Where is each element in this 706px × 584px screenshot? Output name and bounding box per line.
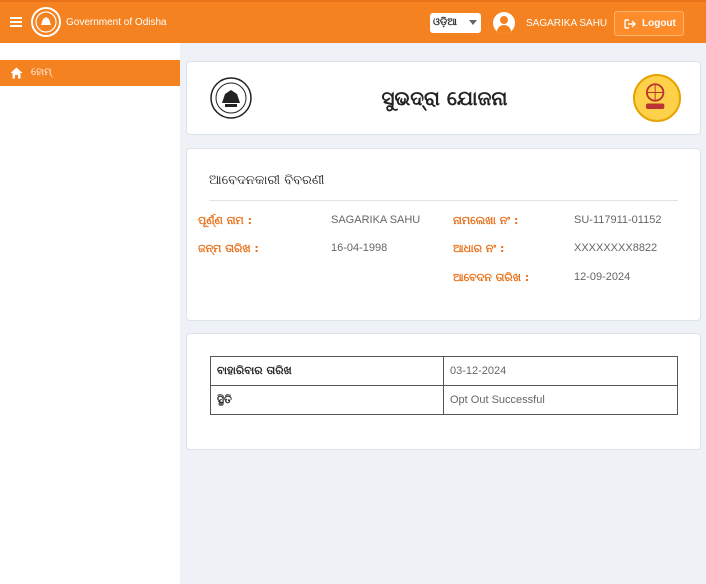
table-row: ସ୍ଥିତି Opt Out Successful bbox=[210, 385, 678, 415]
chevron-down-icon bbox=[469, 20, 477, 25]
brand-title: Government of Odisha bbox=[66, 17, 167, 28]
sidebar: ହୋମ୍ bbox=[0, 43, 180, 584]
application-date-label: ଆବେଦନ ତାରିଖ : bbox=[453, 271, 530, 284]
aadhaar-label: ଆଧାର ନଂ : bbox=[453, 242, 505, 255]
full-name-label: ପୂର୍ଣ୍ଣ ନାମ : bbox=[198, 214, 252, 227]
divider bbox=[209, 200, 678, 201]
scheme-header-card: ସୁଭଦ୍ରା ଯୋଜନା bbox=[186, 61, 701, 135]
scheme-title: ସୁଭଦ୍ରା ଯୋଜନା bbox=[381, 86, 508, 110]
logout-icon bbox=[624, 19, 636, 29]
status-table: ବାହାରିବାର ତାରିଖ 03-12-2024 ସ୍ଥିତି Opt Ou… bbox=[210, 356, 678, 415]
dob-label: ଜନ୍ମ ତାରିଖ : bbox=[198, 242, 259, 255]
home-icon bbox=[10, 67, 23, 79]
language-select[interactable]: ଓଡ଼ିଆ bbox=[430, 13, 481, 33]
registration-number-label: ନାମଲେଖା ନଂ : bbox=[453, 214, 519, 227]
application-date-value: 12-09-2024 bbox=[574, 271, 631, 283]
registration-number-value: SU-117911-01152 bbox=[574, 214, 662, 226]
menu-icon[interactable] bbox=[10, 17, 22, 27]
applicant-details-card: ଆବେଦନକାରୀ ବିବରଣୀ ପୂର୍ଣ୍ଣ ନାମ : SAGARIKA … bbox=[186, 148, 701, 321]
aadhaar-value: XXXXXXXX8822 bbox=[574, 242, 658, 254]
user-avatar[interactable] bbox=[493, 12, 515, 34]
logout-label: Logout bbox=[642, 18, 676, 29]
exit-date-label: ବାହାରିବାର ତାରିଖ bbox=[210, 356, 444, 386]
dob-value: 16-04-1998 bbox=[331, 242, 388, 254]
status-card: ବାହାରିବାର ତାରିଖ 03-12-2024 ସ୍ଥିତି Opt Ou… bbox=[186, 333, 701, 450]
section-title: ଆବେଦନକାରୀ ବିବରଣୀ bbox=[209, 173, 325, 188]
status-value: Opt Out Successful bbox=[443, 385, 678, 415]
table-row: ବାହାରିବାର ତାରିଖ 03-12-2024 bbox=[210, 356, 678, 386]
full-name-value: SAGARIKA SAHU bbox=[331, 214, 421, 226]
odisha-logo bbox=[31, 7, 61, 37]
exit-date-value: 03-12-2024 bbox=[443, 356, 678, 386]
subhadra-logo bbox=[633, 74, 681, 122]
user-name: SAGARIKA SAHU bbox=[526, 18, 608, 29]
logout-button[interactable]: Logout bbox=[614, 11, 684, 36]
sidebar-item-label: ହୋମ୍ bbox=[31, 67, 52, 78]
sidebar-item-home[interactable]: ହୋମ୍ bbox=[0, 60, 180, 86]
top-bar: Government of Odisha ଓଡ଼ିଆ SAGARIKA SAHU… bbox=[0, 0, 706, 43]
language-select-value: ଓଡ଼ିଆ bbox=[433, 17, 457, 28]
status-label: ସ୍ଥିତି bbox=[210, 385, 444, 415]
